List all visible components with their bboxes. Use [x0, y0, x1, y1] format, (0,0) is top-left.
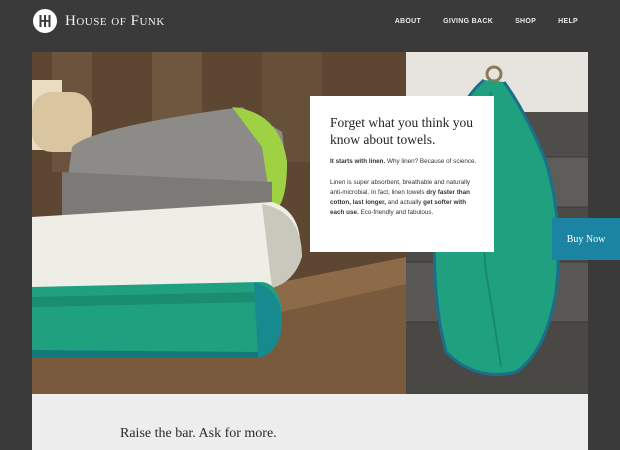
brand-name: House of Funk [65, 12, 165, 29]
lower-section: Raise the bar. Ask for more. [32, 394, 588, 450]
promo-body-part-3: Eco-friendly and fabulous. [358, 209, 434, 216]
promo-intro-bold: It starts with linen. [330, 158, 386, 165]
tagline: Raise the bar. Ask for more. [120, 426, 277, 441]
site-header: House of Funk ABOUT GIVING BACK SHOP HEL… [0, 0, 620, 50]
buy-now-button[interactable]: Buy Now [552, 218, 620, 260]
promo-intro-rest: Why linen? Because of science. [385, 158, 477, 165]
promo-body: Linen is super absorbent, breathable and… [330, 178, 480, 218]
nav-item-shop[interactable]: SHOP [515, 18, 536, 25]
nav-item-giving-back[interactable]: GIVING BACK [443, 18, 493, 25]
promo-intro: It starts with linen. Why linen? Because… [330, 157, 480, 167]
nav-item-about[interactable]: ABOUT [395, 18, 421, 25]
logo[interactable]: House of Funk [33, 9, 165, 33]
promo-card: Forget what you think you know about tow… [310, 96, 494, 252]
hf-monogram-icon [33, 9, 57, 33]
promo-heading: Forget what you think you know about tow… [330, 115, 473, 147]
main-nav: ABOUT GIVING BACK SHOP HELP [373, 18, 578, 25]
nav-item-help[interactable]: HELP [558, 18, 578, 25]
promo-body-part-2: and actually [385, 199, 424, 206]
